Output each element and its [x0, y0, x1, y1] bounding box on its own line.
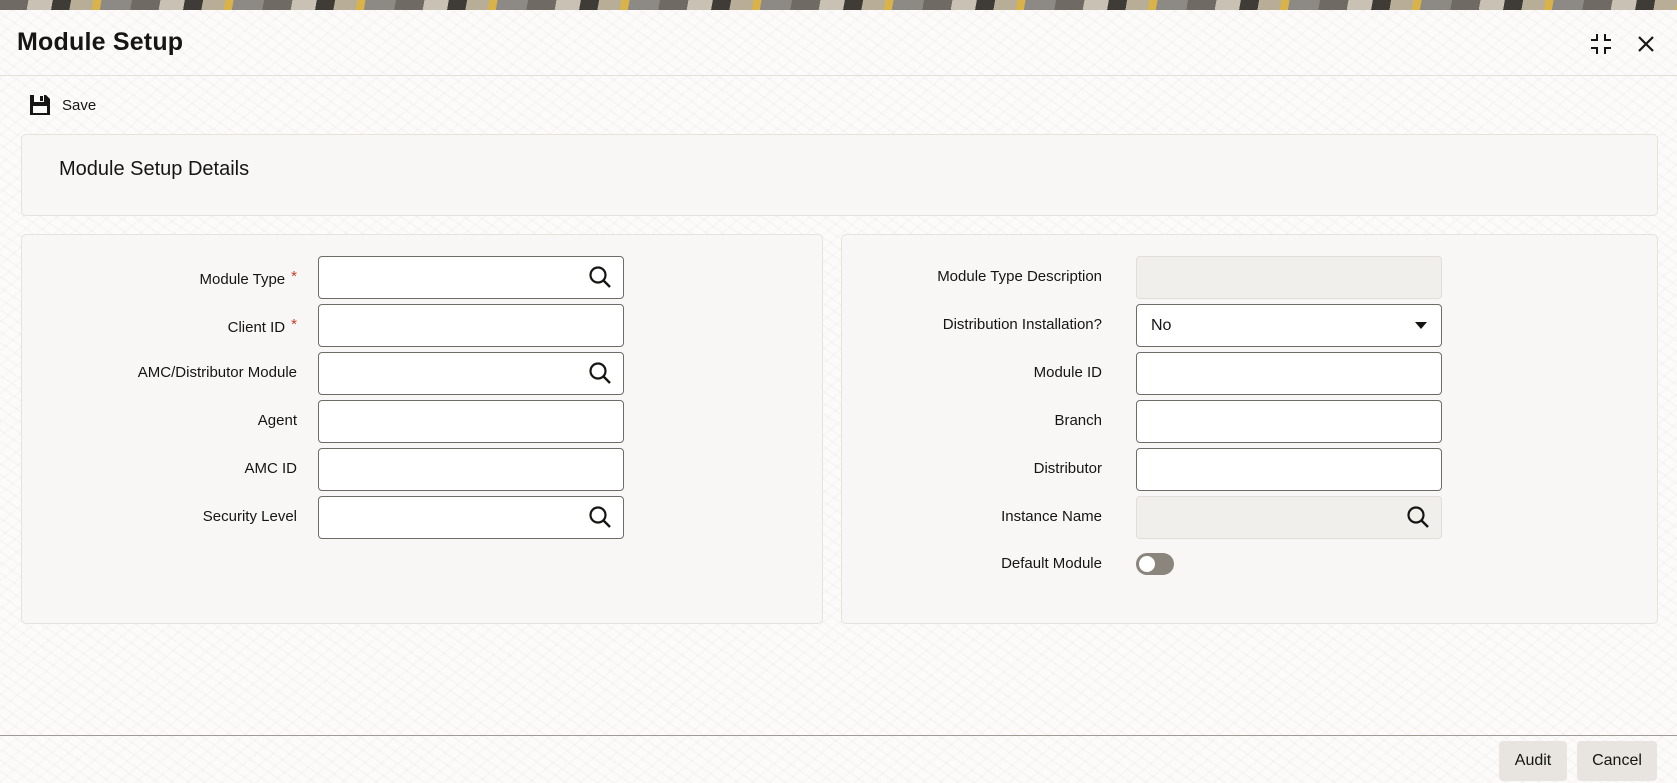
client-id-label: Client ID *: [57, 315, 297, 338]
amc-distributor-module-input[interactable]: [318, 352, 624, 395]
amc-id-input[interactable]: [318, 448, 624, 491]
distributor-input[interactable]: [1136, 448, 1442, 491]
distribution-installation-label: Distribution Installation?: [942, 316, 1102, 333]
close-button[interactable]: [1630, 28, 1662, 60]
default-module-toggle[interactable]: [1136, 553, 1174, 575]
floppy-disk-icon: [30, 95, 50, 115]
client-id-input[interactable]: [318, 304, 624, 347]
search-icon: [589, 506, 611, 528]
close-icon: [1638, 36, 1654, 52]
maximize-icon: [1591, 34, 1611, 54]
distribution-installation-value: No: [1151, 316, 1172, 334]
search-icon: [1407, 506, 1429, 528]
window-titlebar: Module Setup: [0, 10, 1677, 76]
module-type-label-text: Module Type: [199, 271, 286, 288]
cancel-button[interactable]: Cancel: [1577, 741, 1657, 781]
agent-input[interactable]: [318, 400, 624, 443]
save-button[interactable]: Save: [28, 92, 96, 118]
distributor-label: Distributor: [1033, 460, 1102, 477]
maximize-button[interactable]: [1585, 28, 1617, 60]
module-type-description-input: [1136, 256, 1442, 299]
module-type-label: Module Type *: [57, 267, 297, 290]
save-label: Save: [62, 96, 97, 114]
module-type-input[interactable]: [318, 256, 624, 299]
instance-name-input: [1136, 496, 1442, 539]
amc-distributor-module-search-button[interactable]: [586, 359, 614, 387]
chevron-down-icon: [1415, 322, 1427, 329]
module-type-description-label: Module Type Description: [937, 268, 1102, 285]
left-form-panel: Module Type * Client ID * AMC/Distributor …: [21, 234, 823, 624]
section-title: Module Setup Details: [59, 158, 250, 180]
instance-name-search-button[interactable]: [1404, 503, 1432, 531]
right-form-panel: Module Type Description Distribution Ins…: [841, 234, 1658, 624]
branch-label: Branch: [1054, 412, 1102, 429]
module-id-input[interactable]: [1136, 352, 1442, 395]
section-header-panel: Module Setup Details: [21, 134, 1658, 216]
default-module-label: Default Module: [1001, 555, 1102, 572]
toggle-knob: [1139, 556, 1155, 572]
instance-name-label: Instance Name: [1001, 508, 1102, 525]
search-icon: [589, 266, 611, 288]
required-marker: *: [291, 268, 297, 285]
page-title: Module Setup: [17, 28, 184, 56]
module-type-search-button[interactable]: [586, 263, 614, 291]
client-id-label-text: Client ID: [227, 319, 286, 336]
amc-distributor-module-label: AMC/Distributor Module: [137, 364, 297, 381]
module-id-label: Module ID: [1033, 364, 1102, 381]
branch-input[interactable]: [1136, 400, 1442, 443]
amc-id-label: AMC ID: [244, 460, 298, 477]
decorative-banner: [0, 0, 1677, 10]
agent-label: Agent: [257, 412, 297, 429]
search-icon: [589, 362, 611, 384]
security-level-search-button[interactable]: [586, 503, 614, 531]
security-level-input[interactable]: [318, 496, 624, 539]
required-marker: *: [291, 316, 297, 333]
audit-button[interactable]: Audit: [1499, 741, 1567, 781]
footer-bar: Audit Cancel: [0, 735, 1677, 783]
security-level-label: Security Level: [202, 508, 297, 525]
distribution-installation-select[interactable]: No: [1136, 304, 1442, 347]
